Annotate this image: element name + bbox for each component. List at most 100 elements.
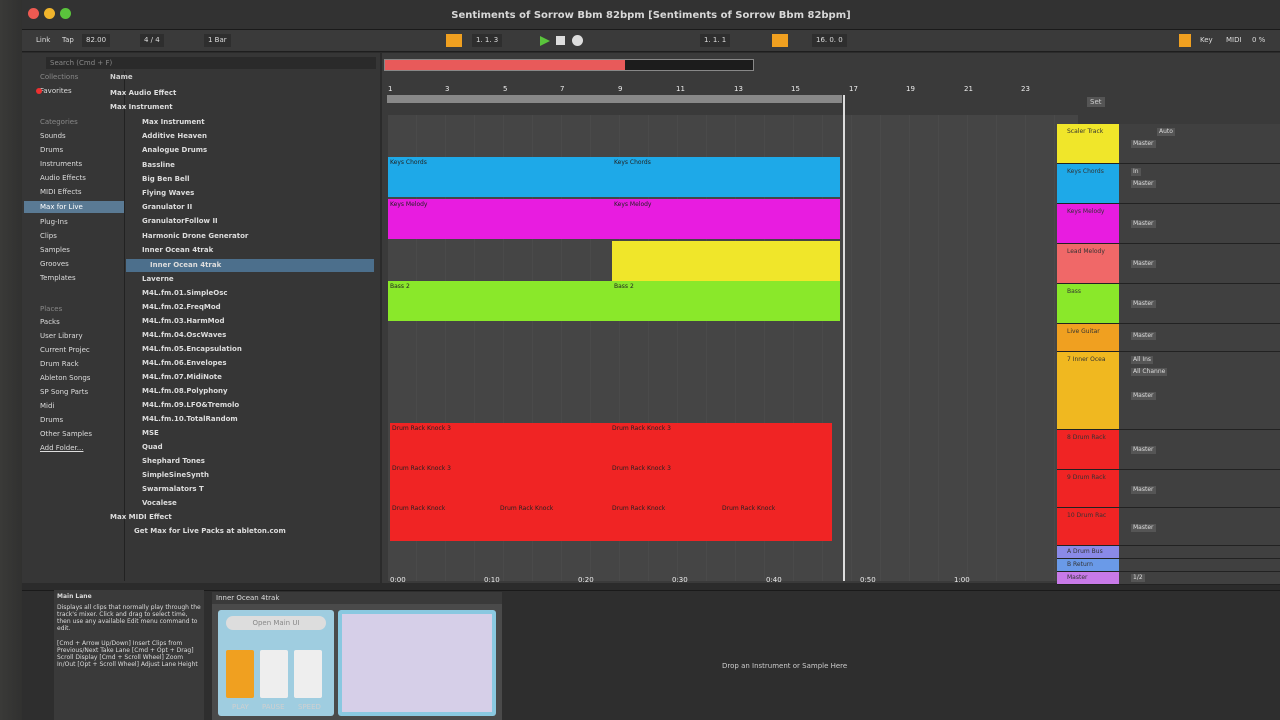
info-title: Main Lane	[57, 593, 92, 600]
set-button[interactable]: Set	[1087, 97, 1105, 107]
browser-search[interactable]: Search (Cmd + F)	[46, 57, 376, 69]
browser-item[interactable]: Analogue Drums	[142, 144, 406, 157]
place-sp-song-parts[interactable]: SP Song Parts	[24, 386, 124, 398]
browser-item[interactable]: M4L.fm.04.OscWaves	[142, 329, 406, 342]
record-icon[interactable]	[572, 35, 583, 46]
loop-switch-icon[interactable]	[772, 34, 788, 47]
place-ableton-songs[interactable]: Ableton Songs	[24, 372, 124, 384]
pause-button[interactable]	[260, 650, 288, 698]
link-button[interactable]: Link	[32, 34, 54, 47]
song-position[interactable]: 1. 1. 3	[472, 34, 503, 47]
clip-keys-chords[interactable]: Keys Chords Keys Chords	[388, 157, 840, 197]
browser-item[interactable]: MSE	[142, 427, 406, 440]
loop-start[interactable]: 1. 1. 1	[700, 34, 731, 47]
info-text: Displays all clips that normally play th…	[57, 604, 201, 632]
clip-keys-melody[interactable]: Keys Melody Keys Melody	[388, 199, 840, 239]
browser-item[interactable]: Inner Ocean 4trak	[142, 244, 406, 257]
category-plug-ins[interactable]: Plug-Ins	[24, 216, 124, 228]
clip-lead-melody[interactable]	[612, 241, 840, 281]
browser-item[interactable]: Max Audio Effect	[110, 87, 374, 100]
play-button[interactable]	[226, 650, 254, 698]
get-packs-link[interactable]: Get Max for Live Packs at ableton.com	[134, 525, 398, 538]
track-bass: Bass Master	[1057, 284, 1280, 324]
bar-ruler[interactable]: 1 3 5 7 9 11 13 15 17 19 21 23	[388, 85, 1088, 95]
browser-item[interactable]: Max Instrument	[142, 116, 406, 129]
category-max-for-live[interactable]: Max for Live	[24, 201, 124, 213]
browser-panel: Search (Cmd + F) Collections Favorites C…	[22, 53, 380, 583]
browser-item[interactable]: M4L.fm.10.TotalRandom	[142, 413, 406, 426]
place-drum-rack[interactable]: Drum Rack	[24, 358, 124, 370]
browser-item[interactable]: Swarmalators T	[142, 483, 406, 496]
category-grooves[interactable]: Grooves	[24, 258, 124, 270]
browser-item[interactable]: SimpleSineSynth	[142, 469, 406, 482]
category-templates[interactable]: Templates	[24, 272, 124, 284]
browser-item[interactable]: M4L.fm.06.Envelopes	[142, 357, 406, 370]
detail-view	[22, 590, 1280, 720]
open-main-ui-button[interactable]: Open Main UI	[226, 616, 326, 630]
category-sounds[interactable]: Sounds	[24, 130, 124, 142]
browser-item[interactable]: Additive Heaven	[142, 130, 406, 143]
browser-item[interactable]: Vocalese	[142, 497, 406, 510]
place-user-library[interactable]: User Library	[24, 330, 124, 342]
clip-drum-rack-9[interactable]: Drum Rack Knock 3 Drum Rack Knock 3	[390, 463, 832, 503]
browser-item[interactable]: Harmonic Drone Generator	[142, 230, 406, 243]
place-midi[interactable]: Midi	[24, 400, 124, 412]
browser-item[interactable]: M4L.fm.05.Encapsulation	[142, 343, 406, 356]
stop-icon[interactable]	[556, 36, 565, 45]
tempo-field[interactable]: 82.00	[82, 34, 111, 47]
place-current-project[interactable]: Current Projec	[24, 344, 124, 356]
speed-knob[interactable]	[294, 650, 322, 698]
key-button[interactable]: Key	[1196, 34, 1217, 47]
browser-item[interactable]: M4L.fm.03.HarmMod	[142, 315, 406, 328]
browser-item[interactable]: GranulatorFollow II	[142, 215, 406, 228]
track-master: Master 1/2	[1057, 572, 1280, 585]
info-help: [Cmd + Arrow Up/Down] Insert Clips from …	[57, 640, 198, 668]
device-title[interactable]: Inner Ocean 4trak	[212, 592, 502, 604]
place-other-samples[interactable]: Other Samples	[24, 428, 124, 440]
play-icon[interactable]	[540, 36, 550, 46]
clip-drum-rack-10[interactable]: Drum Rack Knock Drum Rack Knock Drum Rack …	[390, 503, 832, 541]
track-scaler: Scaler Track Auto Master	[1057, 124, 1280, 164]
quantize-menu[interactable]: 1 Bar	[204, 34, 231, 47]
tap-button[interactable]: Tap	[58, 34, 78, 47]
browser-item[interactable]: M4L.fm.08.Polyphony	[142, 385, 406, 398]
browser-item-selected[interactable]: Inner Ocean 4trak	[126, 259, 374, 272]
drop-zone-text[interactable]: Drop an Instrument or Sample Here	[722, 662, 847, 670]
category-midi-effects[interactable]: MIDI Effects	[24, 186, 124, 198]
overview-bar[interactable]	[384, 59, 754, 71]
category-drums[interactable]: Drums	[24, 144, 124, 156]
time-ruler[interactable]: 0:00 0:10 0:20 0:30 0:40 0:50 1:00	[390, 576, 1080, 586]
browser-item[interactable]: Big Ben Bell	[142, 173, 406, 186]
name-column-header[interactable]: Name	[110, 73, 133, 81]
category-instruments[interactable]: Instruments	[24, 158, 124, 170]
category-clips[interactable]: Clips	[24, 230, 124, 242]
browser-item[interactable]: M4L.fm.01.SimpleOsc	[142, 287, 406, 300]
browser-item[interactable]: Granulator II	[142, 201, 406, 214]
browser-item[interactable]: Shephard Tones	[142, 455, 406, 468]
browser-item[interactable]: M4L.fm.02.FreqMod	[142, 301, 406, 314]
title-bar: Sentiments of Sorrow Bbm 82bpm [Sentimen…	[22, 0, 1280, 30]
place-packs[interactable]: Packs	[24, 316, 124, 328]
clip-bass[interactable]: Bass 2 Bass 2	[388, 281, 840, 321]
browser-item[interactable]: M4L.fm.09.LFO&Tremolo	[142, 399, 406, 412]
browser-item[interactable]: Laverne	[142, 273, 406, 286]
clip-drum-rack-8[interactable]: Drum Rack Knock 3 Drum Rack Knock 3	[390, 423, 832, 463]
browser-item[interactable]: Max MIDI Effect	[110, 511, 374, 524]
loop-brace[interactable]	[387, 95, 842, 103]
browser-item[interactable]: Quad	[142, 441, 406, 454]
track-headers: Scaler Track Auto Master Keys Chords In Mast…	[1057, 118, 1280, 588]
arrangement-record-icon[interactable]	[446, 34, 462, 47]
browser-item[interactable]: Max Instrument	[110, 101, 374, 114]
time-signature[interactable]: 4 / 4	[140, 34, 164, 47]
browser-item[interactable]: Bassline	[142, 159, 406, 172]
browser-item[interactable]: M4L.fm.07.MidiNote	[142, 371, 406, 384]
category-samples[interactable]: Samples	[24, 244, 124, 256]
loop-length[interactable]: 16. 0. 0	[812, 34, 847, 47]
midi-button[interactable]: MIDI	[1222, 34, 1246, 47]
track-drum-rack-10: 10 Drum Rac Master	[1057, 508, 1280, 546]
place-drums[interactable]: Drums	[24, 414, 124, 426]
add-folder-link[interactable]: Add Folder...	[24, 442, 124, 454]
browser-item[interactable]: Flying Waves	[142, 187, 406, 200]
category-audio-effects[interactable]: Audio Effects	[24, 172, 124, 184]
key-map-icon[interactable]	[1179, 34, 1191, 47]
